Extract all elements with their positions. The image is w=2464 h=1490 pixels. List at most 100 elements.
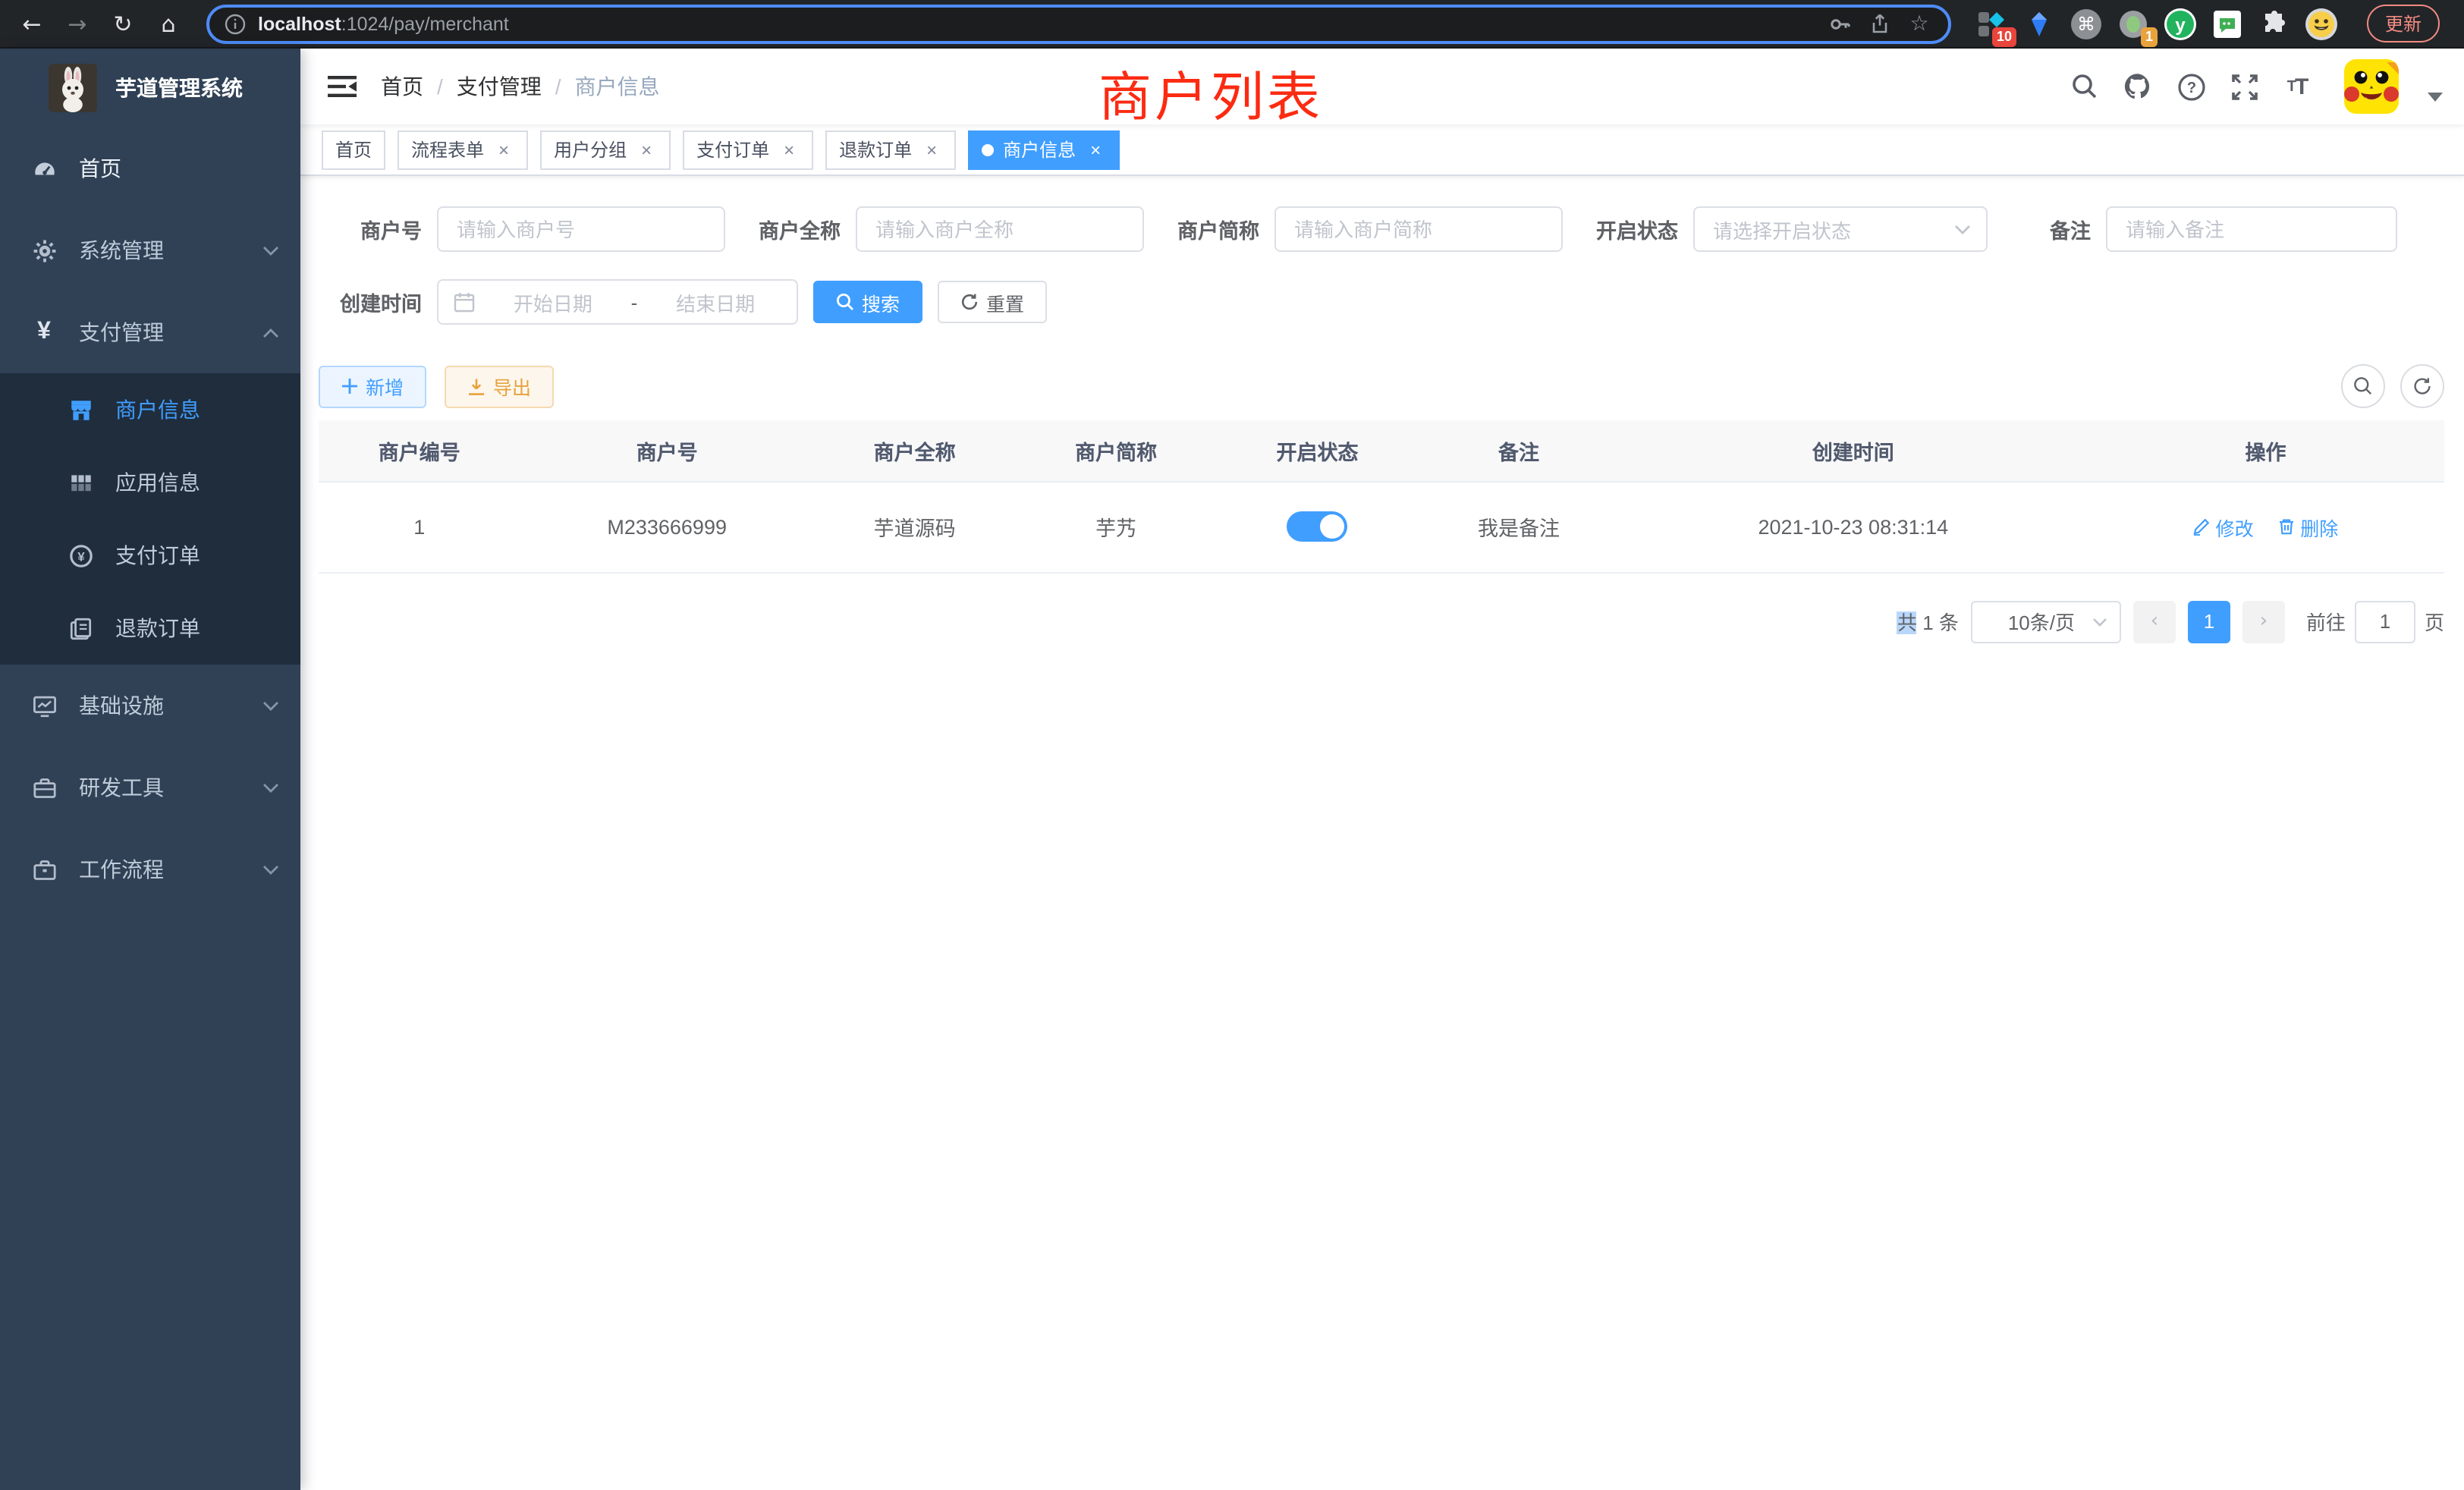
browser-reload-button[interactable]: ↻ xyxy=(103,4,143,43)
reset-button[interactable]: 重置 xyxy=(938,281,1047,323)
sidebar-item-devtools[interactable]: 研发工具 xyxy=(0,747,300,828)
sidebar-item-infra[interactable]: 基础设施 xyxy=(0,665,300,747)
edit-link-label: 修改 xyxy=(2216,512,2254,541)
sidebar-item-label: 研发工具 xyxy=(79,772,262,803)
sidebar-fold-icon[interactable] xyxy=(314,59,369,114)
top-navbar: 首页 / 支付管理 / 商户信息 ? xyxy=(300,49,2464,124)
table-toolbar: 新增 导出 xyxy=(319,364,2444,408)
logo-bunny-icon xyxy=(49,64,97,112)
user-menu-caret-icon[interactable] xyxy=(2428,93,2443,102)
close-icon[interactable]: × xyxy=(636,139,657,160)
extensions-puzzle-icon[interactable] xyxy=(2258,7,2291,40)
breadcrumb-home[interactable]: 首页 xyxy=(381,71,423,102)
add-button[interactable]: 新增 xyxy=(319,365,426,407)
sidebar-item-workflow[interactable]: 工作流程 xyxy=(0,828,300,910)
active-tab-dot xyxy=(982,143,994,156)
yudao-extension-icon[interactable]: y xyxy=(2164,7,2197,40)
user-avatar[interactable] xyxy=(2344,59,2399,114)
next-page-button[interactable]: › xyxy=(2242,600,2285,643)
tags-view-bar: 首页 流程表单 × 用户分组 × 支付订单 × 退款订单 × xyxy=(300,124,2464,176)
remark-input[interactable] xyxy=(2106,206,2397,252)
sidebar: 芋道管理系统 首页 系统管理 ¥ 支付管理 xyxy=(0,49,300,1490)
profile-emoji-icon[interactable] xyxy=(2305,7,2338,40)
extension-badge: 10 xyxy=(1992,27,2016,46)
merchant-short-name-input[interactable] xyxy=(1274,206,1563,252)
github-icon[interactable] xyxy=(2123,71,2153,102)
chevron-down-icon xyxy=(262,864,279,875)
merchant-name-input[interactable] xyxy=(856,206,1144,252)
browser-update-button[interactable]: 更新 xyxy=(2367,5,2440,42)
goto-page-input[interactable] xyxy=(2355,600,2415,643)
cell-create-time: 2021-10-23 08:31:14 xyxy=(1620,481,2087,572)
status-select-placeholder: 请选择开启状态 xyxy=(1713,215,1954,244)
create-time-range-picker[interactable]: 开始日期 - 结束日期 xyxy=(437,279,798,325)
filter-row-1: 商户号 商户全称 商户简称 开启状态 请选择开启状态 xyxy=(319,206,2444,252)
share-icon[interactable] xyxy=(1866,10,1894,37)
close-icon[interactable]: × xyxy=(921,139,942,160)
export-button[interactable]: 导出 xyxy=(445,365,554,407)
notification-avatar-extension-icon[interactable]: 1 xyxy=(2117,7,2150,40)
sidebar-item-merchant-info[interactable]: 商户信息 xyxy=(0,373,300,446)
screen: ← → ↻ ⌂ localhost:1024/pay/merchant ☆ 10 xyxy=(0,0,2464,1490)
dashboard-icon xyxy=(30,155,58,182)
refresh-table-button[interactable] xyxy=(2400,364,2444,408)
sidebar-item-pay[interactable]: ¥ 支付管理 xyxy=(0,291,300,373)
sidebar-item-home[interactable]: 首页 xyxy=(0,127,300,209)
bookmark-star-icon[interactable]: ☆ xyxy=(1906,10,1933,37)
status-select[interactable]: 请选择开启状态 xyxy=(1693,206,1988,252)
remark-label: 备注 xyxy=(2000,214,2106,244)
refresh-icon xyxy=(960,293,979,311)
breadcrumb-pay[interactable]: 支付管理 xyxy=(457,71,542,102)
edit-link[interactable]: 修改 xyxy=(2193,512,2254,541)
sidebar-item-system[interactable]: 系统管理 xyxy=(0,209,300,291)
page-size-select[interactable]: 10条/页 xyxy=(1971,600,2121,643)
tab-home[interactable]: 首页 xyxy=(322,130,385,169)
hide-search-button[interactable] xyxy=(2341,364,2385,408)
calendar-icon xyxy=(454,291,475,313)
help-icon[interactable]: ? xyxy=(2176,71,2206,102)
status-label: 开启状态 xyxy=(1575,214,1693,244)
delete-link[interactable]: 删除 xyxy=(2277,512,2338,541)
grid-table-icon xyxy=(67,469,94,496)
sidebar-item-refund-order[interactable]: 退款订单 xyxy=(0,592,300,665)
address-bar[interactable]: localhost:1024/pay/merchant ☆ xyxy=(206,4,1951,43)
command-extension-icon[interactable]: ⌘ xyxy=(2070,7,2103,40)
download-icon xyxy=(467,377,486,395)
page-number-button[interactable]: 1 xyxy=(2188,600,2230,643)
gem-extension-icon[interactable] xyxy=(2022,7,2056,40)
close-icon[interactable]: × xyxy=(778,139,800,160)
table-row: 1 M233666999 芋道源码 芋艿 我是备注 2021-10-23 08:… xyxy=(319,481,2444,572)
tab-user-group[interactable]: 用户分组 × xyxy=(540,130,671,169)
end-date-placeholder: 结束日期 xyxy=(649,288,781,316)
fullscreen-icon[interactable] xyxy=(2229,71,2259,102)
status-toggle[interactable] xyxy=(1287,511,1348,542)
search-icon[interactable] xyxy=(2070,71,2100,102)
react-devtools-extension-icon[interactable]: 10 xyxy=(1975,7,2009,40)
site-info-icon[interactable] xyxy=(225,13,246,34)
prev-page-button[interactable]: ‹ xyxy=(2133,600,2176,643)
date-separator: - xyxy=(631,291,638,313)
svg-text:y: y xyxy=(2175,14,2186,35)
app-logo[interactable]: 芋道管理系统 xyxy=(0,49,300,127)
tab-pay-order[interactable]: 支付订单 × xyxy=(683,130,813,169)
close-icon[interactable]: × xyxy=(1085,139,1106,160)
close-icon[interactable]: × xyxy=(493,139,514,160)
tab-merchant-info[interactable]: 商户信息 × xyxy=(968,130,1120,169)
filter-row-2: 创建时间 开始日期 - 结束日期 搜索 重置 xyxy=(319,279,2444,325)
browser-forward-button[interactable]: → xyxy=(58,4,97,43)
tab-refund-order[interactable]: 退款订单 × xyxy=(825,130,956,169)
page-content: 商户号 商户全称 商户简称 开启状态 请选择开启状态 xyxy=(300,176,2464,1490)
merchant-no-input[interactable] xyxy=(437,206,725,252)
cell-actions: 修改 删除 xyxy=(2087,481,2444,572)
pagination-goto: 前往 页 xyxy=(2306,600,2444,643)
font-size-icon[interactable]: TT xyxy=(2282,71,2312,102)
browser-home-button[interactable]: ⌂ xyxy=(149,4,188,43)
password-key-icon[interactable] xyxy=(1827,10,1854,37)
browser-back-button[interactable]: ← xyxy=(12,4,52,43)
chat-extension-icon[interactable] xyxy=(2211,7,2244,40)
search-button[interactable]: 搜索 xyxy=(813,281,922,323)
tab-process-form[interactable]: 流程表单 × xyxy=(398,130,528,169)
sidebar-item-pay-order[interactable]: ¥ 支付订单 xyxy=(0,519,300,592)
sidebar-item-app-info[interactable]: 应用信息 xyxy=(0,446,300,519)
delete-link-label: 删除 xyxy=(2300,512,2338,541)
